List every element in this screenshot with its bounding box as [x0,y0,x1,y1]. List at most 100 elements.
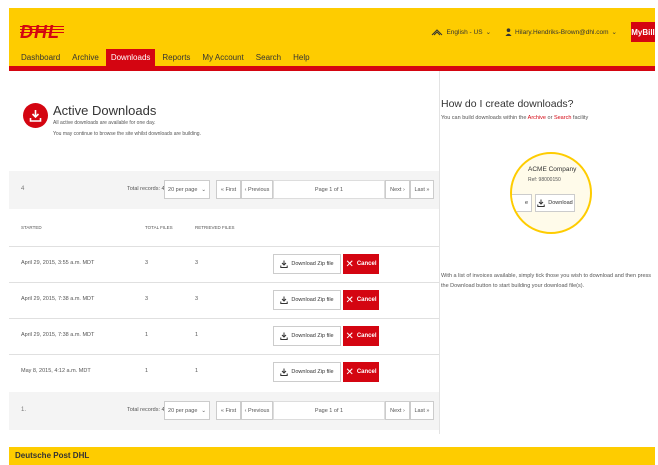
chevron-down-icon: ⌄ [611,29,617,36]
nav-search[interactable]: Search [256,49,281,67]
table-row: May 8, 2015, 4:12 a.m. MDT 1 1 Download … [9,355,439,390]
mybill-button[interactable]: MyBill [631,22,655,42]
download-icon [280,296,289,304]
cancel-button[interactable]: ✕ Cancel [343,362,379,382]
page-indicator: Page 1 of 1 [273,180,385,199]
close-icon: ✕ [345,330,354,342]
cell-total-files: 3 [145,296,149,302]
cell-started: April 29, 2015, 7:38 a.m. MDT [21,332,95,338]
cell-started: April 29, 2015, 3:55 a.m. MDT [21,260,95,266]
table-row: April 29, 2015, 7:38 a.m. MDT 1 1 Downlo… [9,319,439,354]
column-header-retrieved-files: RETRIEVED FILES [195,225,235,230]
nav-help[interactable]: Help [293,49,309,67]
next-page-button[interactable]: Next › [385,401,410,420]
download-zip-label: Download Zip file [291,261,334,267]
footer-brand: Deutsche Post DHL [15,451,90,460]
download-icon [280,260,289,268]
pager-bottom: 1. Total records: 4 20 per page ⌄ « First… [9,392,439,430]
cell-total-files: 1 [145,332,149,338]
help-text: or [547,115,553,121]
chevron-down-icon: ⌄ [485,29,492,36]
download-zip-button[interactable]: Download Zip file [273,290,341,310]
cell-total-files: 1 [145,368,149,374]
nav-my-account[interactable]: My Account [202,49,243,67]
previous-page-button[interactable]: ‹ Previous [241,401,273,420]
download-icon [280,332,289,340]
example-illustration: ACME Company Ref: 98000150 e Download [510,152,592,234]
total-records: Total records: 4 [127,407,165,413]
example-download-button: Download [535,194,575,212]
cancel-label: Cancel [356,369,377,375]
cancel-button[interactable]: ✕ Cancel [343,254,379,274]
cell-retrieved-files: 1 [195,368,199,374]
close-icon: ✕ [345,294,354,306]
download-zip-label: Download Zip file [291,333,334,339]
header-tools: English - US ⌄ Hilary.Hendriks-Brown@dhl… [431,22,655,42]
header: DHL English - US ⌄ Hilary.Hendriks-Brown… [9,8,655,69]
close-icon: ✕ [345,366,354,378]
chevron-down-icon: ⌄ [201,186,206,193]
footer: Deutsche Post DHL [9,447,655,465]
per-page-value: 20 per page [168,407,198,414]
cancel-button[interactable]: ✕ Cancel [343,290,379,310]
per-page-select[interactable]: 20 per page ⌄ [164,401,210,420]
table-row: April 29, 2015, 7:38 a.m. MDT 3 3 Downlo… [9,283,439,318]
example-ref: Ref: 98000150 [528,177,561,183]
user-icon [505,28,512,36]
cancel-button[interactable]: ✕ Cancel [343,326,379,346]
cancel-label: Cancel [356,261,377,267]
help-title: How do I create downloads? [441,98,574,110]
globe-icon [432,29,443,36]
download-zip-label: Download Zip file [291,369,334,375]
total-records: Total records: 4 [127,186,165,192]
logo-stripe [20,26,64,27]
nav-reports[interactable]: Reports [162,49,190,67]
main-nav: Dashboard Archive Downloads Reports My A… [9,49,322,67]
download-zip-button[interactable]: Download Zip file [273,326,341,346]
page-indicator: Page 1 of 1 [273,401,385,420]
download-badge-icon [23,103,48,128]
cancel-label: Cancel [356,297,377,303]
last-page-button[interactable]: Last » [410,180,434,199]
help-panel: How do I create downloads? You can build… [439,71,655,434]
previous-page-button[interactable]: ‹ Previous [241,180,273,199]
chevron-down-icon: ⌄ [201,407,206,414]
table-row: April 29, 2015, 3:55 a.m. MDT 3 3 Downlo… [9,247,439,282]
nav-dashboard[interactable]: Dashboard [21,49,60,67]
nav-downloads[interactable]: Downloads [105,49,156,67]
download-zip-button[interactable]: Download Zip file [273,254,341,274]
last-page-button[interactable]: Last » [410,401,434,420]
next-page-button[interactable]: Next › [385,180,410,199]
pager-top: 4 Total records: 4 20 per page ⌄ « First … [9,171,439,209]
close-icon: ✕ [345,258,354,270]
cell-total-files: 3 [145,260,149,266]
download-zip-label: Download Zip file [291,297,334,303]
first-page-button[interactable]: « First [216,401,241,420]
per-page-select[interactable]: 20 per page ⌄ [164,180,210,199]
cell-retrieved-files: 3 [195,296,199,302]
language-selector[interactable]: English - US ⌄ [431,28,491,36]
download-zip-button[interactable]: Download Zip file [273,362,341,382]
cell-started: May 8, 2015, 4:12 a.m. MDT [21,368,91,374]
record-count: 1. [21,407,27,413]
main-content: Active Downloads All active downloads ar… [9,71,439,434]
user-menu[interactable]: Hilary.Hendriks-Brown@dhl.com ⌄ [505,28,617,36]
language-label: English - US [446,28,483,36]
page-subtitle: All active downloads are available for o… [53,120,156,126]
nav-archive[interactable]: Archive [72,49,99,67]
column-header-started: STARTED [21,225,42,230]
help-text: facility [572,115,589,121]
help-subtitle: You can build downloads within the Archi… [441,115,588,121]
archive-link[interactable]: Archive [528,115,546,121]
help-text: You can build downloads within the [441,115,527,121]
download-icon [280,368,289,376]
record-count: 4 [21,186,25,192]
cell-retrieved-files: 1 [195,332,199,338]
example-download-label: Download [548,200,573,206]
first-page-button[interactable]: « First [216,180,241,199]
download-icon [29,110,42,122]
cell-started: April 29, 2015, 7:38 a.m. MDT [21,296,95,302]
cell-retrieved-files: 3 [195,260,199,266]
search-link[interactable]: Search [554,115,571,121]
page-subtitle: You may continue to browse the site whil… [53,131,201,137]
